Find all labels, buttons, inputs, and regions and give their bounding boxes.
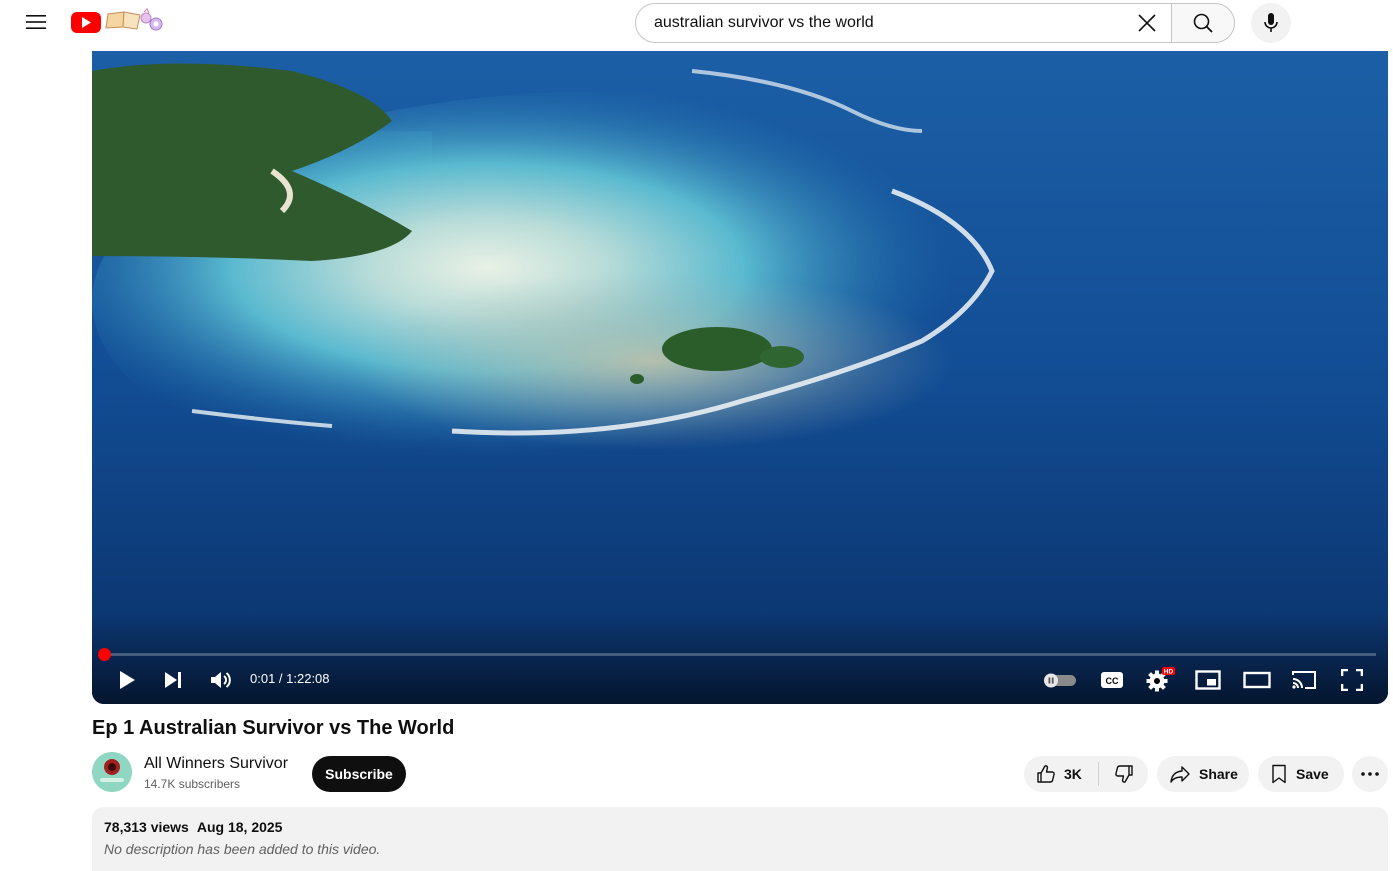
share-label: Share [1199,766,1238,782]
video-title: Ep 1 Australian Survivor vs The World [92,717,455,739]
description-meta: 78,313 views Aug 18, 2025 [104,819,1376,835]
theater-mode-button[interactable] [1240,664,1274,696]
channel-avatar[interactable] [92,752,132,792]
fullscreen-button[interactable] [1336,664,1368,696]
time-display: 0:01 / 1:22:08 [250,671,330,686]
settings-button[interactable]: HD [1144,664,1176,696]
thumbs-down-icon [1114,765,1133,783]
voice-search-button[interactable] [1251,3,1291,43]
video-player[interactable]: 0:01 / 1:22:08 CC HD [92,51,1388,704]
gear-icon: HD [1146,667,1175,692]
miniplayer-icon [1195,670,1221,690]
microphone-icon [1264,13,1278,32]
fullscreen-icon [1341,669,1363,691]
search-icon [1193,13,1213,33]
channel-name[interactable]: All Winners Survivor [144,755,288,773]
upload-date: Aug 18, 2025 [196,819,283,835]
cast-icon [1292,671,1316,689]
youtube-logo[interactable] [70,4,170,36]
share-button[interactable]: Share [1157,756,1249,792]
progress-bar[interactable] [98,648,1376,661]
miniplayer-button[interactable] [1192,664,1224,696]
theater-mode-icon [1243,671,1271,689]
subscriber-count: 14.7K subscribers [144,777,241,791]
save-button[interactable]: Save [1258,756,1344,792]
share-icon [1170,766,1190,783]
clear-search-button[interactable] [1127,4,1167,42]
dislike-button[interactable] [1099,756,1148,792]
subtitles-button[interactable]: CC [1096,664,1128,696]
guide-menu-button[interactable] [16,2,56,42]
cast-button[interactable] [1288,664,1320,696]
play-button[interactable] [112,664,142,696]
hamburger-menu-icon [26,15,46,29]
autoplay-toggle[interactable] [1040,664,1080,696]
skip-next-icon [165,672,181,688]
search-button[interactable] [1171,3,1235,43]
autoplay-toggle-icon [1044,673,1076,688]
thumbs-up-icon [1037,765,1055,783]
more-horizontal-icon [1361,772,1379,776]
description-text: No description has been added to this vi… [104,841,381,857]
view-count: 78,313 views [104,819,189,835]
subscribe-button[interactable]: Subscribe [312,756,406,792]
search-box [635,3,1171,43]
next-button[interactable] [158,664,188,696]
closed-captions-icon: CC [1101,672,1123,688]
like-count: 3K [1064,766,1082,782]
volume-icon [211,672,231,688]
video-frame[interactable] [92,51,1388,704]
play-icon [120,671,135,689]
more-actions-button[interactable] [1352,756,1388,792]
save-label: Save [1296,766,1329,782]
mute-button[interactable] [206,664,236,696]
like-dislike-group: 3K [1024,756,1148,792]
description-box[interactable]: 78,313 views Aug 18, 2025 No description … [92,807,1388,871]
search-input[interactable] [652,13,1127,33]
cc-label: CC [1106,676,1119,686]
masthead [0,0,1393,50]
hd-badge: HD [1164,669,1174,676]
bookmark-icon [1272,764,1286,784]
close-icon [1138,14,1156,32]
like-button[interactable]: 3K [1024,756,1098,792]
